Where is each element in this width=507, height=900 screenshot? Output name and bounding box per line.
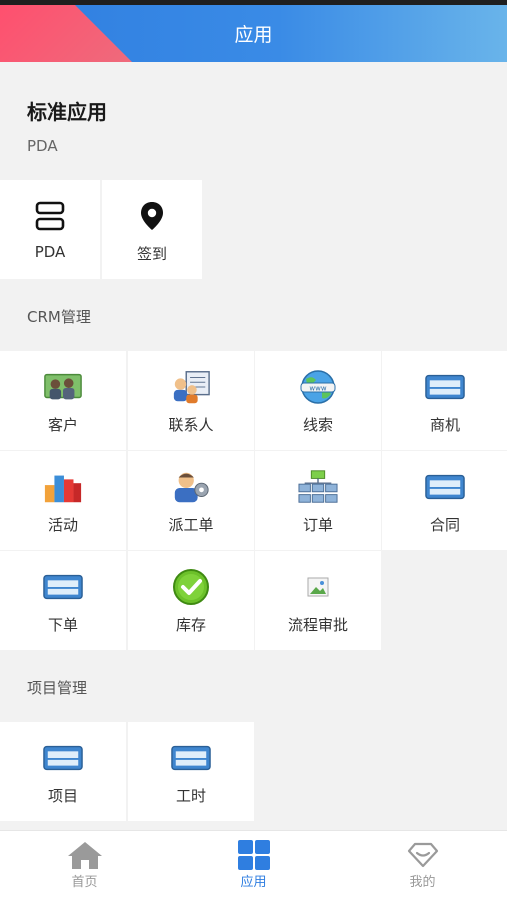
app-tile-label: 流程审批 <box>287 616 348 634</box>
section-title-standard: 标准应用 <box>27 100 107 124</box>
location-pin-icon <box>132 198 172 234</box>
app-tile-label: 联系人 <box>168 416 214 434</box>
nav-label: 我的 <box>409 875 436 890</box>
app-tile-label: PDA <box>34 243 66 261</box>
app-tile-opportunity[interactable]: 商机 <box>382 351 507 450</box>
app-tile-label: 派工单 <box>168 516 214 534</box>
bar-chart-icon <box>43 469 83 505</box>
check-circle-icon <box>171 569 211 605</box>
app-tile-label: 客户 <box>47 416 78 434</box>
page-title: 应用 <box>234 24 273 46</box>
nav-label: 首页 <box>71 875 98 890</box>
app-tile-label: 下单 <box>47 616 78 634</box>
app-tile-customer[interactable]: 客户 <box>0 351 126 450</box>
app-tile-label: 项目 <box>47 787 78 805</box>
nav-label: 应用 <box>240 875 267 890</box>
app-tile-order[interactable]: 订单 <box>255 451 381 550</box>
section-title-crm: CRM管理 <box>27 308 91 326</box>
app-tile-activity[interactable]: 活动 <box>0 451 126 550</box>
app-tile-label: 库存 <box>175 616 206 634</box>
card-icon <box>43 740 83 776</box>
header-bar: 应用 <box>0 0 507 62</box>
app-tile-dispatch[interactable]: 派工单 <box>128 451 254 550</box>
app-tile-label: 商机 <box>429 416 460 434</box>
app-tile-approval[interactable]: 流程审批 <box>255 551 381 650</box>
apps-icon <box>234 839 274 871</box>
section-title-project: 项目管理 <box>27 679 88 697</box>
globe-icon: www <box>298 369 338 405</box>
bottom-nav: 首页 应用 我的 <box>0 830 507 900</box>
contacts-icon <box>171 369 211 405</box>
app-tile-contacts[interactable]: 联系人 <box>128 351 254 450</box>
org-chart-icon <box>298 469 338 505</box>
card-icon <box>171 740 211 776</box>
nav-item-apps[interactable]: 应用 <box>169 831 338 900</box>
customer-icon <box>43 369 83 405</box>
card-icon <box>425 469 465 505</box>
nav-item-mine[interactable]: 我的 <box>338 831 507 900</box>
image-placeholder-icon <box>298 569 338 605</box>
app-tile-pda[interactable]: PDA <box>0 180 100 279</box>
app-tile-label: 签到 <box>136 245 167 263</box>
app-tile-label: 订单 <box>302 516 333 534</box>
app-tile-label: 线索 <box>302 416 333 434</box>
status-bar-edge <box>0 0 507 5</box>
card-icon <box>43 569 83 605</box>
app-tile-place-order[interactable]: 下单 <box>0 551 126 650</box>
worker-icon <box>171 469 211 505</box>
app-tile-label: 工时 <box>175 787 206 805</box>
app-tile-contract[interactable]: 合同 <box>382 451 507 550</box>
home-icon <box>65 839 105 871</box>
section-subtitle-standard: PDA <box>27 137 58 155</box>
scan-icon <box>30 198 70 234</box>
card-icon <box>425 369 465 405</box>
app-tile-worktime[interactable]: 工时 <box>128 722 254 821</box>
app-tile-checkin[interactable]: 签到 <box>102 180 202 279</box>
app-tile-inventory[interactable]: 库存 <box>128 551 254 650</box>
nav-item-home[interactable]: 首页 <box>0 831 169 900</box>
app-tile-label: 活动 <box>47 516 78 534</box>
app-tile-leads[interactable]: www 线索 <box>255 351 381 450</box>
profile-diamond-icon <box>403 839 443 871</box>
svg-text:www: www <box>309 385 326 393</box>
app-tile-label: 合同 <box>429 516 460 534</box>
app-tile-project[interactable]: 项目 <box>0 722 126 821</box>
